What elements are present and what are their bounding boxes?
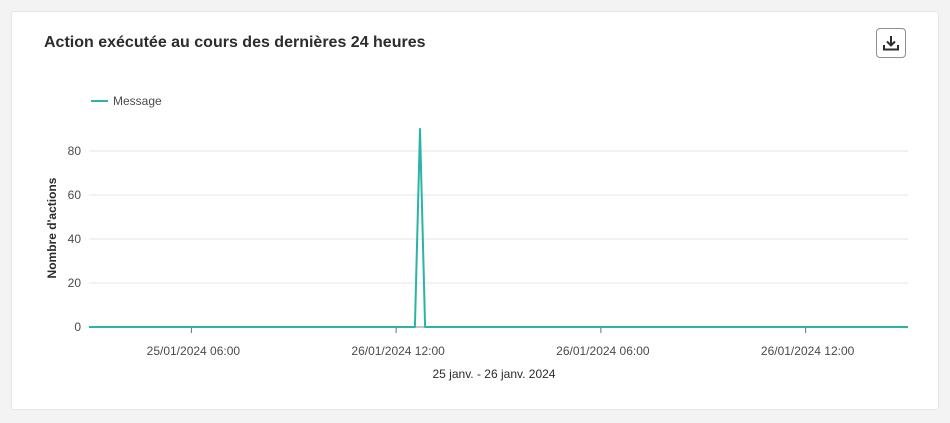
legend-label[interactable]: Message: [113, 94, 162, 108]
x-tick-label: 26/01/2024 06:00: [556, 344, 650, 358]
x-axis-title: 25 janv. - 26 janv. 2024: [433, 367, 556, 381]
y-tick-label: 40: [68, 232, 82, 246]
x-tick-label: 26/01/2024 12:00: [351, 344, 445, 358]
y-tick-label: 0: [74, 320, 81, 334]
series-line-message: [89, 128, 908, 328]
line-chart: 0 20 40 60 80 25/01/2024 06:00 26/01/2024 12:0…: [45, 94, 908, 381]
y-tick-label: 20: [68, 276, 82, 290]
y-tick-label: 60: [68, 188, 82, 202]
x-tick-label: 25/01/2024 06:00: [147, 344, 241, 358]
y-tick-label: 80: [68, 144, 82, 158]
x-tick-label: 26/01/2024 12:00: [761, 344, 855, 358]
y-axis-title: Nombre d'actions: [45, 177, 59, 278]
